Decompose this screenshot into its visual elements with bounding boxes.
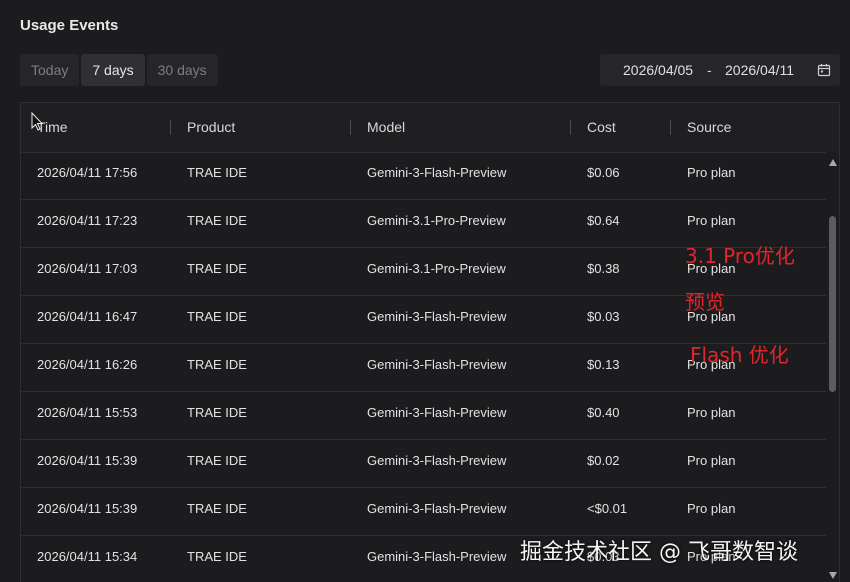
usage-events-page: Usage Events Today 7 days 30 days 2026/0… (0, 0, 850, 582)
column-header-model[interactable]: Model (367, 103, 405, 152)
cell-time: 2026/04/11 15:53 (37, 405, 138, 420)
date-range-end[interactable]: 2026/04/11 (725, 62, 794, 78)
column-header-product[interactable]: Product (187, 103, 235, 152)
vertical-scrollbar[interactable] (826, 152, 839, 582)
cell-source: Pro plan (687, 165, 736, 180)
cell-model: Gemini-3-Flash-Preview (367, 501, 507, 516)
panel-title: Usage Events (20, 17, 119, 34)
cell-model: Gemini-3-Flash-Preview (367, 405, 507, 420)
cell-cost: $0.06 (587, 165, 620, 180)
column-divider[interactable] (170, 120, 171, 135)
cell-cost: $0.40 (587, 405, 620, 420)
watermark: 掘金技术社区 @ 飞哥数智谈 (520, 540, 798, 565)
cell-source: Pro plan (687, 453, 736, 468)
cell-time: 2026/04/11 15:39 (37, 501, 138, 516)
column-divider[interactable] (570, 120, 571, 135)
cell-model: Gemini-3-Flash-Preview (367, 453, 507, 468)
cell-cost: $0.38 (587, 261, 620, 276)
table-row[interactable]: 2026/04/11 15:39 TRAE IDE Gemini-3-Flash… (21, 488, 826, 536)
cell-product: TRAE IDE (187, 501, 247, 516)
column-divider[interactable] (670, 120, 671, 135)
cell-model: Gemini-3-Flash-Preview (367, 357, 507, 372)
annotation-preview: 预览 (685, 290, 725, 314)
range-tabs: Today 7 days 30 days (20, 54, 218, 86)
cell-model: Gemini-3.1-Pro-Preview (367, 261, 506, 276)
cell-product: TRAE IDE (187, 165, 247, 180)
cell-cost: $0.03 (587, 309, 620, 324)
cell-product: TRAE IDE (187, 309, 247, 324)
column-header-cost[interactable]: Cost (587, 103, 616, 152)
cell-cost: $0.13 (587, 357, 620, 372)
calendar-icon[interactable] (817, 63, 831, 77)
mouse-cursor-icon (31, 112, 43, 131)
cell-time: 2026/04/11 15:34 (37, 549, 138, 564)
date-range-start[interactable]: 2026/04/05 (623, 62, 693, 78)
cell-cost: <$0.01 (587, 501, 628, 516)
cell-time: 2026/04/11 17:56 (37, 165, 138, 180)
cell-product: TRAE IDE (187, 213, 247, 228)
annotation-flash-optimized: Flash 优化 (690, 343, 789, 367)
scroll-up-arrow-icon[interactable] (829, 159, 837, 166)
tab-today[interactable]: Today (20, 54, 80, 86)
table-row[interactable]: 2026/04/11 15:39 TRAE IDE Gemini-3-Flash… (21, 440, 826, 488)
cell-source: Pro plan (687, 405, 736, 420)
table-header: Time Product Model Cost Source (21, 103, 839, 153)
column-divider[interactable] (350, 120, 351, 135)
scrollbar-thumb[interactable] (829, 216, 836, 392)
cell-product: TRAE IDE (187, 453, 247, 468)
cell-cost: $0.64 (587, 213, 620, 228)
cell-product: TRAE IDE (187, 405, 247, 420)
tab-30-days[interactable]: 30 days (146, 54, 218, 86)
table-row[interactable]: 2026/04/11 17:56 TRAE IDE Gemini-3-Flash… (21, 152, 826, 200)
date-range-picker[interactable]: 2026/04/05 - 2026/04/11 (600, 54, 840, 86)
cell-time: 2026/04/11 15:39 (37, 453, 138, 468)
date-range-separator: - (707, 62, 712, 78)
cell-source: Pro plan (687, 501, 736, 516)
table-row[interactable]: 2026/04/11 15:53 TRAE IDE Gemini-3-Flash… (21, 392, 826, 440)
scroll-down-arrow-icon[interactable] (829, 572, 837, 579)
cell-time: 2026/04/11 16:26 (37, 357, 138, 372)
cell-product: TRAE IDE (187, 549, 247, 564)
cell-model: Gemini-3-Flash-Preview (367, 309, 507, 324)
cell-time: 2026/04/11 17:03 (37, 261, 138, 276)
cell-model: Gemini-3.1-Pro-Preview (367, 213, 506, 228)
cell-model: Gemini-3-Flash-Preview (367, 165, 507, 180)
cell-cost: $0.02 (587, 453, 620, 468)
cell-product: TRAE IDE (187, 261, 247, 276)
annotation-pro-optimized: 3.1 Pro优化 (685, 244, 795, 268)
cell-product: TRAE IDE (187, 357, 247, 372)
cell-time: 2026/04/11 17:23 (37, 213, 138, 228)
column-header-source[interactable]: Source (687, 103, 731, 152)
cell-model: Gemini-3-Flash-Preview (367, 549, 507, 564)
tab-7-days[interactable]: 7 days (81, 54, 145, 86)
cell-time: 2026/04/11 16:47 (37, 309, 138, 324)
